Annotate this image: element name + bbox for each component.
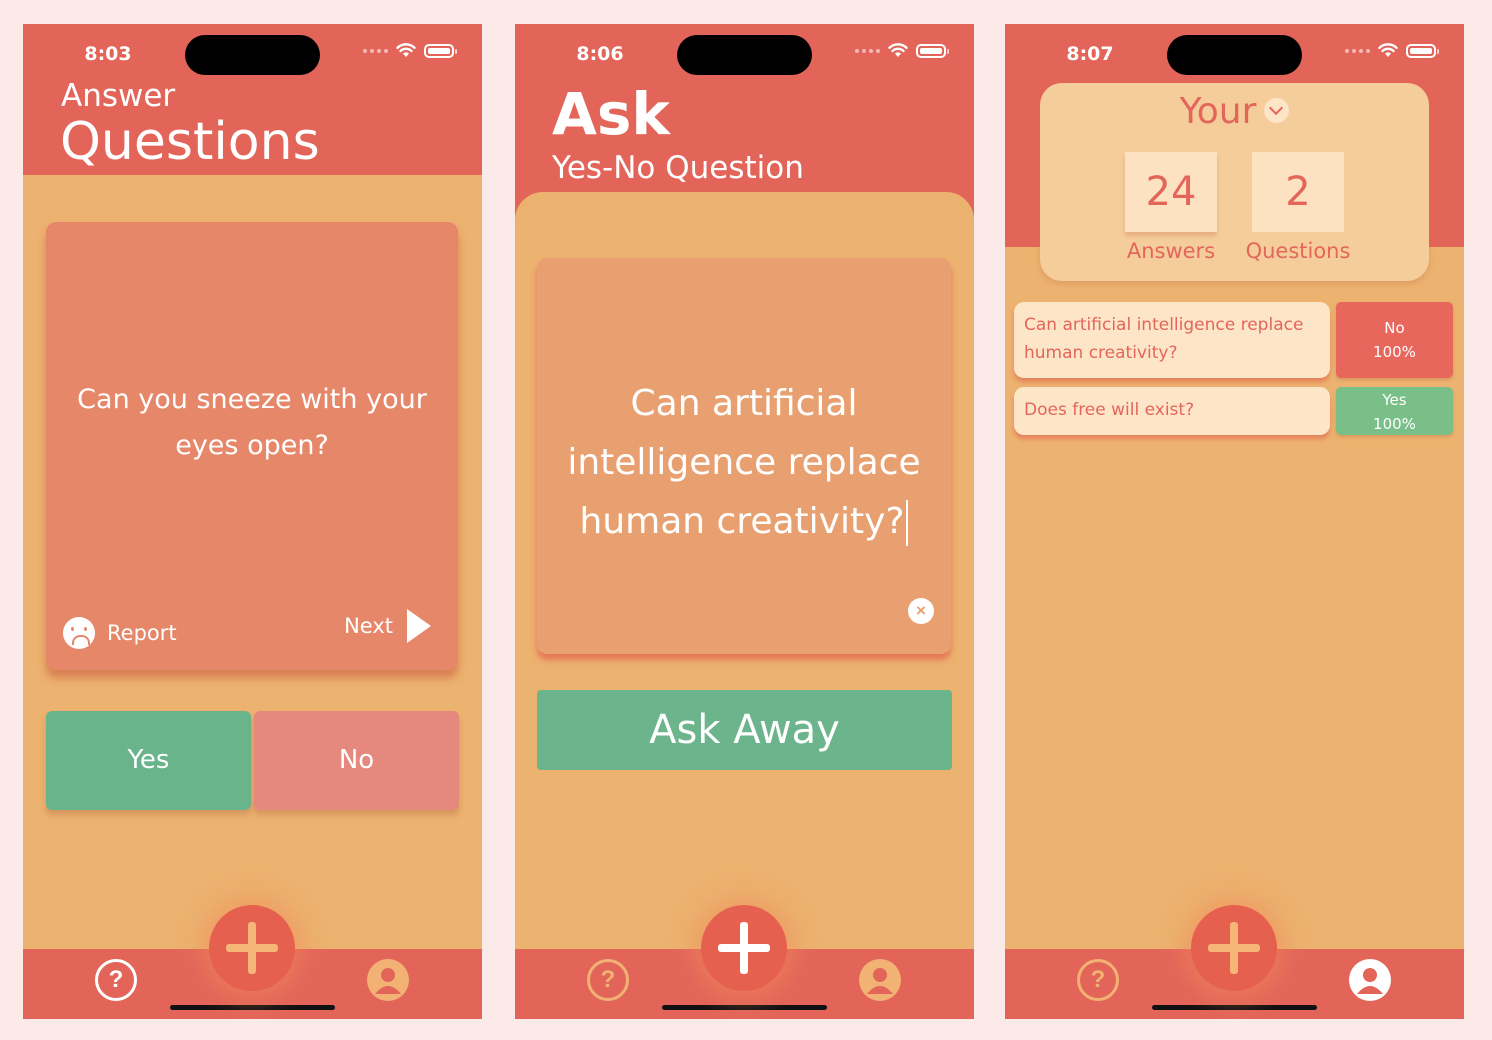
plus-icon[interactable] <box>1191 905 1277 991</box>
question-circle-icon[interactable]: ? <box>95 959 137 1001</box>
scope-dropdown[interactable]: Your <box>1040 91 1429 132</box>
questions-label: Questions <box>1245 239 1351 263</box>
question-input-text: Can artificial intelligence replace huma… <box>567 383 921 542</box>
chevron-down-icon <box>1264 97 1290 123</box>
dynamic-island <box>1167 35 1302 75</box>
dynamic-island <box>185 35 320 75</box>
result-percent: 100% <box>1373 343 1416 361</box>
ask-screen: 8:06 Ask Yes-No Question Can artificial … <box>515 24 974 1019</box>
battery-icon <box>424 43 457 58</box>
ask-away-button[interactable]: Ask Away <box>537 690 952 770</box>
battery-icon <box>1406 43 1439 58</box>
home-indicator <box>170 1005 335 1010</box>
list-item-question[interactable]: Can artificial intelligence replace huma… <box>1014 302 1330 378</box>
dynamic-island <box>677 35 812 75</box>
person-circle-icon[interactable] <box>367 959 409 1001</box>
status-bar: 8:03 <box>23 24 482 84</box>
text-cursor <box>906 500 909 546</box>
plus-icon[interactable] <box>701 905 787 991</box>
question-circle-icon[interactable]: ? <box>587 959 629 1001</box>
no-button[interactable]: No <box>254 711 459 810</box>
result-answer: No <box>1384 319 1405 337</box>
page-subtitle: Yes-No Question <box>552 150 804 186</box>
plus-icon[interactable] <box>209 905 295 991</box>
page-title: Questions <box>60 112 320 172</box>
person-circle-icon[interactable] <box>859 959 901 1001</box>
status-time: 8:07 <box>1066 43 1114 65</box>
wifi-icon <box>888 43 908 57</box>
yes-button[interactable]: Yes <box>46 711 251 810</box>
status-bar: 8:07 <box>1005 24 1464 84</box>
question-text: Can you sneeze with your eyes open? <box>77 384 427 461</box>
question-circle-icon[interactable]: ? <box>1077 959 1119 1001</box>
report-button[interactable]: Report <box>63 617 177 649</box>
home-indicator <box>1152 1005 1317 1010</box>
wifi-icon <box>1378 43 1398 57</box>
question-card: Can you sneeze with your eyes open? Repo… <box>46 222 458 670</box>
wifi-icon <box>396 43 416 57</box>
sad-face-icon <box>63 617 95 649</box>
battery-icon <box>916 43 949 58</box>
report-label: Report <box>107 621 177 645</box>
result-badge: No 100% <box>1336 302 1453 378</box>
result-answer: Yes <box>1382 391 1407 409</box>
answers-label: Answers <box>1126 239 1216 263</box>
status-time: 8:03 <box>84 43 132 65</box>
person-circle-icon[interactable] <box>1349 959 1391 1001</box>
result-badge: Yes 100% <box>1336 387 1453 435</box>
profile-screen: 8:07 Your 24 2 Answers Questions Can art… <box>1005 24 1464 1019</box>
signal-icon <box>855 48 880 53</box>
questions-count: 2 <box>1252 152 1344 232</box>
page-title: Ask <box>552 80 670 148</box>
scope-dropdown-label: Your <box>1179 91 1257 132</box>
signal-icon <box>363 48 388 53</box>
result-percent: 100% <box>1373 415 1416 433</box>
clear-icon[interactable]: × <box>908 598 934 624</box>
signal-icon <box>1345 48 1370 53</box>
status-time: 8:06 <box>576 43 624 65</box>
play-arrow-icon <box>407 609 431 643</box>
next-label: Next <box>344 614 393 638</box>
status-bar: 8:06 <box>515 24 974 84</box>
next-button[interactable]: Next <box>344 609 431 643</box>
stats-card: Your 24 2 Answers Questions <box>1040 83 1429 281</box>
title-small: Answer <box>61 78 176 114</box>
answer-screen: 8:03 Answer Questions Can you sneeze wit… <box>23 24 482 1019</box>
answers-count: 24 <box>1125 152 1217 232</box>
question-input[interactable]: Can artificial intelligence replace huma… <box>537 258 951 654</box>
home-indicator <box>662 1005 827 1010</box>
list-item-question[interactable]: Does free will exist? <box>1014 387 1330 435</box>
